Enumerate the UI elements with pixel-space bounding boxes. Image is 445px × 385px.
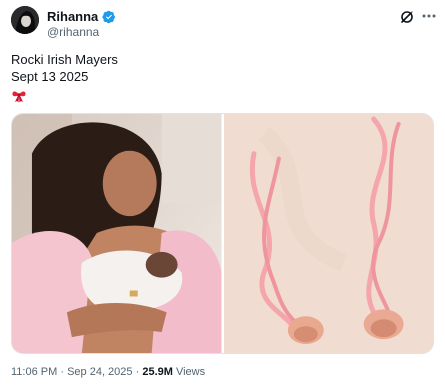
more-icon[interactable]: [419, 6, 439, 26]
avatar[interactable]: [11, 6, 39, 34]
media-grid: [11, 113, 434, 354]
meta-separator: ·: [60, 366, 65, 378]
ribbon-emoji: [11, 87, 27, 103]
author-name-row[interactable]: Rihanna: [47, 9, 116, 25]
grok-icon[interactable]: [399, 9, 415, 25]
handle[interactable]: @rihanna: [47, 25, 99, 40]
views-label: Views: [175, 366, 206, 378]
tweet-meta: 11:06 PM · Sep 24, 2025 · 25.9M Views: [11, 365, 205, 379]
tweet-card: Rihanna @rihanna Rocki Irish Mayers Sept…: [0, 0, 445, 385]
display-name[interactable]: Rihanna: [47, 9, 98, 25]
mother-and-baby-photo[interactable]: [12, 114, 222, 353]
views-count: 25.9M: [142, 366, 173, 378]
tweet-text-line-1: Rocki Irish Mayers: [11, 52, 118, 67]
tweet-text: Rocki Irish Mayers Sept 13 2025: [11, 51, 118, 85]
avatar-image: [11, 6, 39, 34]
verified-badge-icon: [102, 10, 116, 24]
meta-separator: ·: [135, 366, 140, 378]
pink-ribbon-baby-shoes-photo[interactable]: [223, 114, 433, 353]
timestamp-time[interactable]: 11:06 PM: [11, 366, 57, 378]
tweet-text-line-2: Sept 13 2025: [11, 69, 89, 84]
timestamp-date[interactable]: Sep 24, 2025: [67, 366, 132, 378]
